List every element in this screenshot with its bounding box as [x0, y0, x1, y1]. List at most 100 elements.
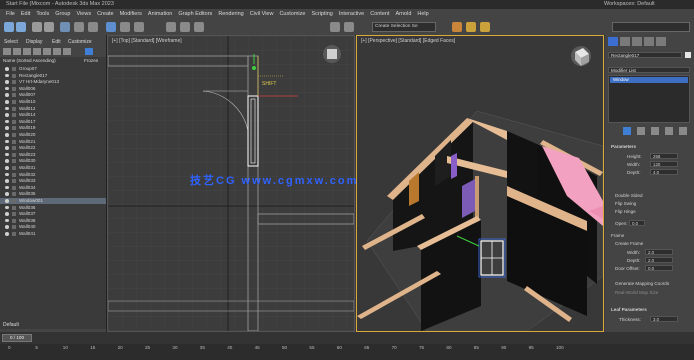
menu-item-animation[interactable]: Animation	[148, 11, 172, 17]
visibility-eye-icon[interactable]	[5, 80, 9, 84]
menu-item-content[interactable]: Content	[370, 11, 389, 17]
depth-spinner[interactable]: 4.0	[650, 169, 678, 175]
rectangular-selection-icon[interactable]	[88, 22, 98, 32]
visibility-eye-icon[interactable]	[5, 166, 9, 170]
list-item[interactable]: Wall040	[0, 224, 106, 230]
menu-item-rendering[interactable]: Rendering	[218, 11, 243, 17]
pin-stack-icon[interactable]	[623, 127, 631, 135]
list-item[interactable]: Wall022	[0, 145, 106, 151]
visibility-eye-icon[interactable]	[5, 93, 9, 97]
perspective-viewport-canvas[interactable]	[357, 36, 603, 331]
render-icon[interactable]	[480, 22, 490, 32]
menu-item-edit[interactable]: Edit	[21, 11, 30, 17]
list-item[interactable]: Wall010	[0, 99, 106, 105]
motion-tab-icon[interactable]	[644, 37, 654, 46]
tree-column-frozen[interactable]: Frozen	[84, 58, 98, 63]
material-editor-icon[interactable]	[452, 22, 462, 32]
selection-set-dropdown[interactable]: Create Selection Se	[372, 22, 436, 32]
visibility-eye-icon[interactable]	[5, 179, 9, 183]
menu-item-group[interactable]: Group	[55, 11, 70, 17]
filter-icon[interactable]	[53, 48, 61, 55]
menu-item-scripting[interactable]: Scripting	[311, 11, 332, 17]
list-item[interactable]: Wall007	[0, 92, 106, 98]
visibility-eye-icon[interactable]	[5, 113, 9, 117]
list-item[interactable]: Wall031	[0, 165, 106, 171]
move-icon[interactable]	[106, 22, 116, 32]
menu-item-views[interactable]: Views	[77, 11, 92, 17]
filter-icon[interactable]	[23, 48, 31, 55]
time-slider-bar[interactable]: 0 / 100	[0, 332, 694, 344]
layer-label[interactable]: Default	[3, 322, 19, 328]
visibility-eye-icon[interactable]	[5, 146, 9, 150]
flip-swing-checkbox[interactable]: Flip Swing	[615, 201, 636, 206]
mirror-icon[interactable]	[330, 22, 340, 32]
scale-icon[interactable]	[134, 22, 144, 32]
door-offset-spinner[interactable]: 0.0	[645, 265, 673, 271]
list-item[interactable]: Wall021	[0, 139, 106, 145]
configure-sets-icon[interactable]	[679, 127, 687, 135]
visibility-eye-icon[interactable]	[5, 225, 9, 229]
angle-snap-icon[interactable]	[180, 22, 190, 32]
visibility-eye-icon[interactable]	[5, 100, 9, 104]
render-setup-icon[interactable]	[466, 22, 476, 32]
visibility-eye-icon[interactable]	[5, 205, 9, 210]
create-frame-checkbox[interactable]: Create Frame	[615, 241, 643, 246]
list-item[interactable]: Wall023	[0, 152, 106, 158]
menu-item-file[interactable]: File	[6, 11, 15, 17]
display-tab-icon[interactable]	[656, 37, 666, 46]
visibility-eye-icon[interactable]	[5, 159, 9, 163]
visibility-eye-icon[interactable]	[5, 212, 9, 216]
tab-edit[interactable]: Edit	[52, 39, 61, 45]
list-item[interactable]: Wall020	[0, 132, 106, 138]
time-slider[interactable]: 0 / 100	[2, 334, 32, 342]
filter-icon[interactable]	[33, 48, 41, 55]
list-item[interactable]: Wall036	[0, 205, 106, 211]
perspective-viewport[interactable]: [+] [Perspective] [Standard] [Edged Face…	[356, 35, 604, 332]
height-spinner[interactable]: 258	[650, 153, 678, 159]
hierarchy-tab-icon[interactable]	[632, 37, 642, 46]
align-icon[interactable]	[344, 22, 354, 32]
list-item[interactable]: Wall033	[0, 178, 106, 184]
list-item[interactable]: Wall006	[0, 86, 106, 92]
top-viewport-label[interactable]: [+] [Top] [Standard] [Wireframe]	[112, 38, 182, 44]
flip-hinge-checkbox[interactable]: Flip Hinge	[615, 209, 636, 214]
visibility-eye-icon[interactable]	[5, 172, 9, 177]
visibility-eye-icon[interactable]	[5, 152, 9, 157]
undo-icon[interactable]	[4, 22, 14, 32]
visibility-eye-icon[interactable]	[5, 218, 9, 223]
filter-icon[interactable]	[13, 48, 21, 55]
double-sided-checkbox[interactable]: Double Sided	[615, 193, 643, 198]
percent-snap-icon[interactable]	[194, 22, 204, 32]
menu-item-modifiers[interactable]: Modifiers	[120, 11, 142, 17]
list-item[interactable]: Wall034	[0, 185, 106, 191]
remove-modifier-icon[interactable]	[665, 127, 673, 135]
filter-icon[interactable]	[3, 48, 11, 55]
list-item[interactable]: Wall014	[0, 112, 106, 118]
modify-tab-icon[interactable]	[620, 37, 630, 46]
filter-icon[interactable]	[63, 48, 71, 55]
real-world-map-size-checkbox[interactable]: Real-World Map Size	[615, 290, 658, 295]
tab-display[interactable]: Display	[26, 39, 42, 45]
width-spinner[interactable]: 120	[650, 161, 678, 167]
thickness-spinner[interactable]: 3.0	[650, 316, 678, 322]
open-spinner[interactable]: 0.0	[629, 220, 645, 226]
menu-item-arnold[interactable]: Arnold	[395, 11, 411, 17]
visibility-eye-icon[interactable]	[5, 139, 9, 144]
frame-width-spinner[interactable]: 2.0	[645, 249, 673, 255]
workspace-label[interactable]: Workspaces: Default	[604, 1, 655, 7]
list-item[interactable]: Wall017	[0, 119, 106, 125]
menu-item-create[interactable]: Create	[97, 11, 114, 17]
visibility-eye-icon[interactable]	[5, 199, 9, 203]
scene-tree[interactable]: Name (Sorted Ascending) Frozen Group07 Re…	[0, 57, 106, 329]
list-item[interactable]: Wall041	[0, 231, 106, 237]
list-item[interactable]: Wall037	[0, 211, 106, 217]
visibility-eye-icon[interactable]	[5, 106, 9, 111]
visibility-eye-icon[interactable]	[5, 192, 9, 196]
parameters-rollout[interactable]: Parameters	[611, 144, 636, 149]
link-icon[interactable]	[32, 22, 42, 32]
select-object-icon[interactable]	[60, 22, 70, 32]
list-item[interactable]: Group07	[0, 66, 106, 72]
menu-item-customize[interactable]: Customize	[279, 11, 305, 17]
menu-item-help[interactable]: Help	[417, 11, 428, 17]
menu-item-civil-view[interactable]: Civil View	[250, 11, 274, 17]
